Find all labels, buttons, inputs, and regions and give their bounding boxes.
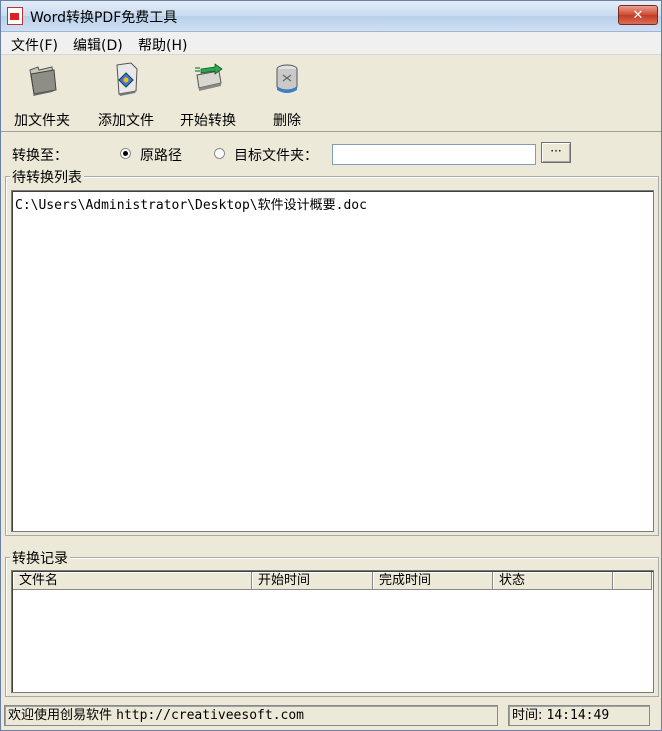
window-title: Word转换PDF免费工具	[30, 10, 178, 26]
column-filename[interactable]: 文件名	[13, 572, 252, 589]
destination-label: 转换至：	[12, 148, 68, 164]
delete-label: 删除	[273, 113, 301, 129]
list-item[interactable]: C:\Users\Administrator\Desktop\软件设计概要.do…	[15, 194, 367, 213]
add-file-button[interactable]: 添加文件	[95, 61, 157, 130]
folder-icon	[29, 66, 57, 96]
delete-icon	[276, 64, 298, 93]
records-list[interactable]: 文件名 开始时间 完成时间 状态	[11, 570, 654, 693]
menu-bar: 文件(F) 编辑(D) 帮助(H)	[1, 32, 661, 55]
pending-list-group: 待转换列表 C:\Users\Administrator\Desktop\软件设…	[5, 167, 659, 536]
title-bar[interactable]: Word转换PDF免费工具 ✕	[1, 1, 661, 32]
column-status[interactable]: 状态	[493, 572, 613, 589]
destination-row: 转换至： 原路径 目标文件夹： ···	[1, 139, 661, 167]
status-time: 时间: 14:14:49	[508, 705, 650, 726]
status-url: http://creativeesoft.com	[116, 708, 304, 723]
menu-edit[interactable]: 编辑(D)	[73, 35, 123, 55]
delete-button[interactable]: 删除	[263, 61, 311, 130]
column-start-time[interactable]: 开始时间	[252, 572, 373, 589]
target-folder-input[interactable]	[332, 144, 536, 165]
add-file-label: 添加文件	[98, 113, 154, 129]
records-title: 转换记录	[10, 548, 70, 568]
start-convert-button[interactable]: 开始转换	[177, 61, 239, 130]
convert-icon	[195, 63, 223, 91]
add-folder-button[interactable]: 加文件夹	[11, 61, 73, 130]
add-folder-label: 加文件夹	[14, 113, 70, 129]
column-extra[interactable]	[613, 572, 652, 589]
records-header: 文件名 开始时间 完成时间 状态	[13, 572, 652, 590]
browse-button[interactable]: ···	[541, 142, 571, 163]
status-bar: 欢迎使用创易软件 http://creativeesoft.com 时间: 14…	[1, 701, 661, 730]
toolbar: 加文件夹 添加文件 开始转换 删除	[1, 55, 661, 132]
app-icon	[7, 7, 23, 25]
column-finish-time[interactable]: 完成时间	[373, 572, 493, 589]
status-welcome-text: 欢迎使用创易软件	[8, 708, 113, 723]
status-time-label: 时间:	[512, 708, 543, 723]
close-button[interactable]: ✕	[618, 5, 658, 25]
menu-help[interactable]: 帮助(H)	[138, 35, 187, 55]
app-window: Word转换PDF免费工具 ✕ 文件(F) 编辑(D) 帮助(H) 加文件夹 添…	[0, 0, 662, 731]
status-time-value: 14:14:49	[546, 708, 610, 723]
original-path-radio[interactable]	[120, 148, 131, 159]
pending-file-list[interactable]: C:\Users\Administrator\Desktop\软件设计概要.do…	[11, 190, 654, 532]
menu-file[interactable]: 文件(F)	[11, 35, 58, 55]
original-path-label[interactable]: 原路径	[140, 145, 182, 165]
pending-list-title: 待转换列表	[10, 167, 84, 187]
target-folder-label[interactable]: 目标文件夹：	[234, 145, 318, 165]
add-file-icon	[116, 62, 138, 96]
target-folder-radio[interactable]	[214, 148, 225, 159]
records-group: 转换记录 文件名 开始时间 完成时间 状态	[5, 548, 659, 697]
status-welcome: 欢迎使用创易软件 http://creativeesoft.com	[4, 705, 498, 726]
start-convert-label: 开始转换	[180, 113, 236, 129]
close-icon: ✕	[632, 8, 644, 23]
